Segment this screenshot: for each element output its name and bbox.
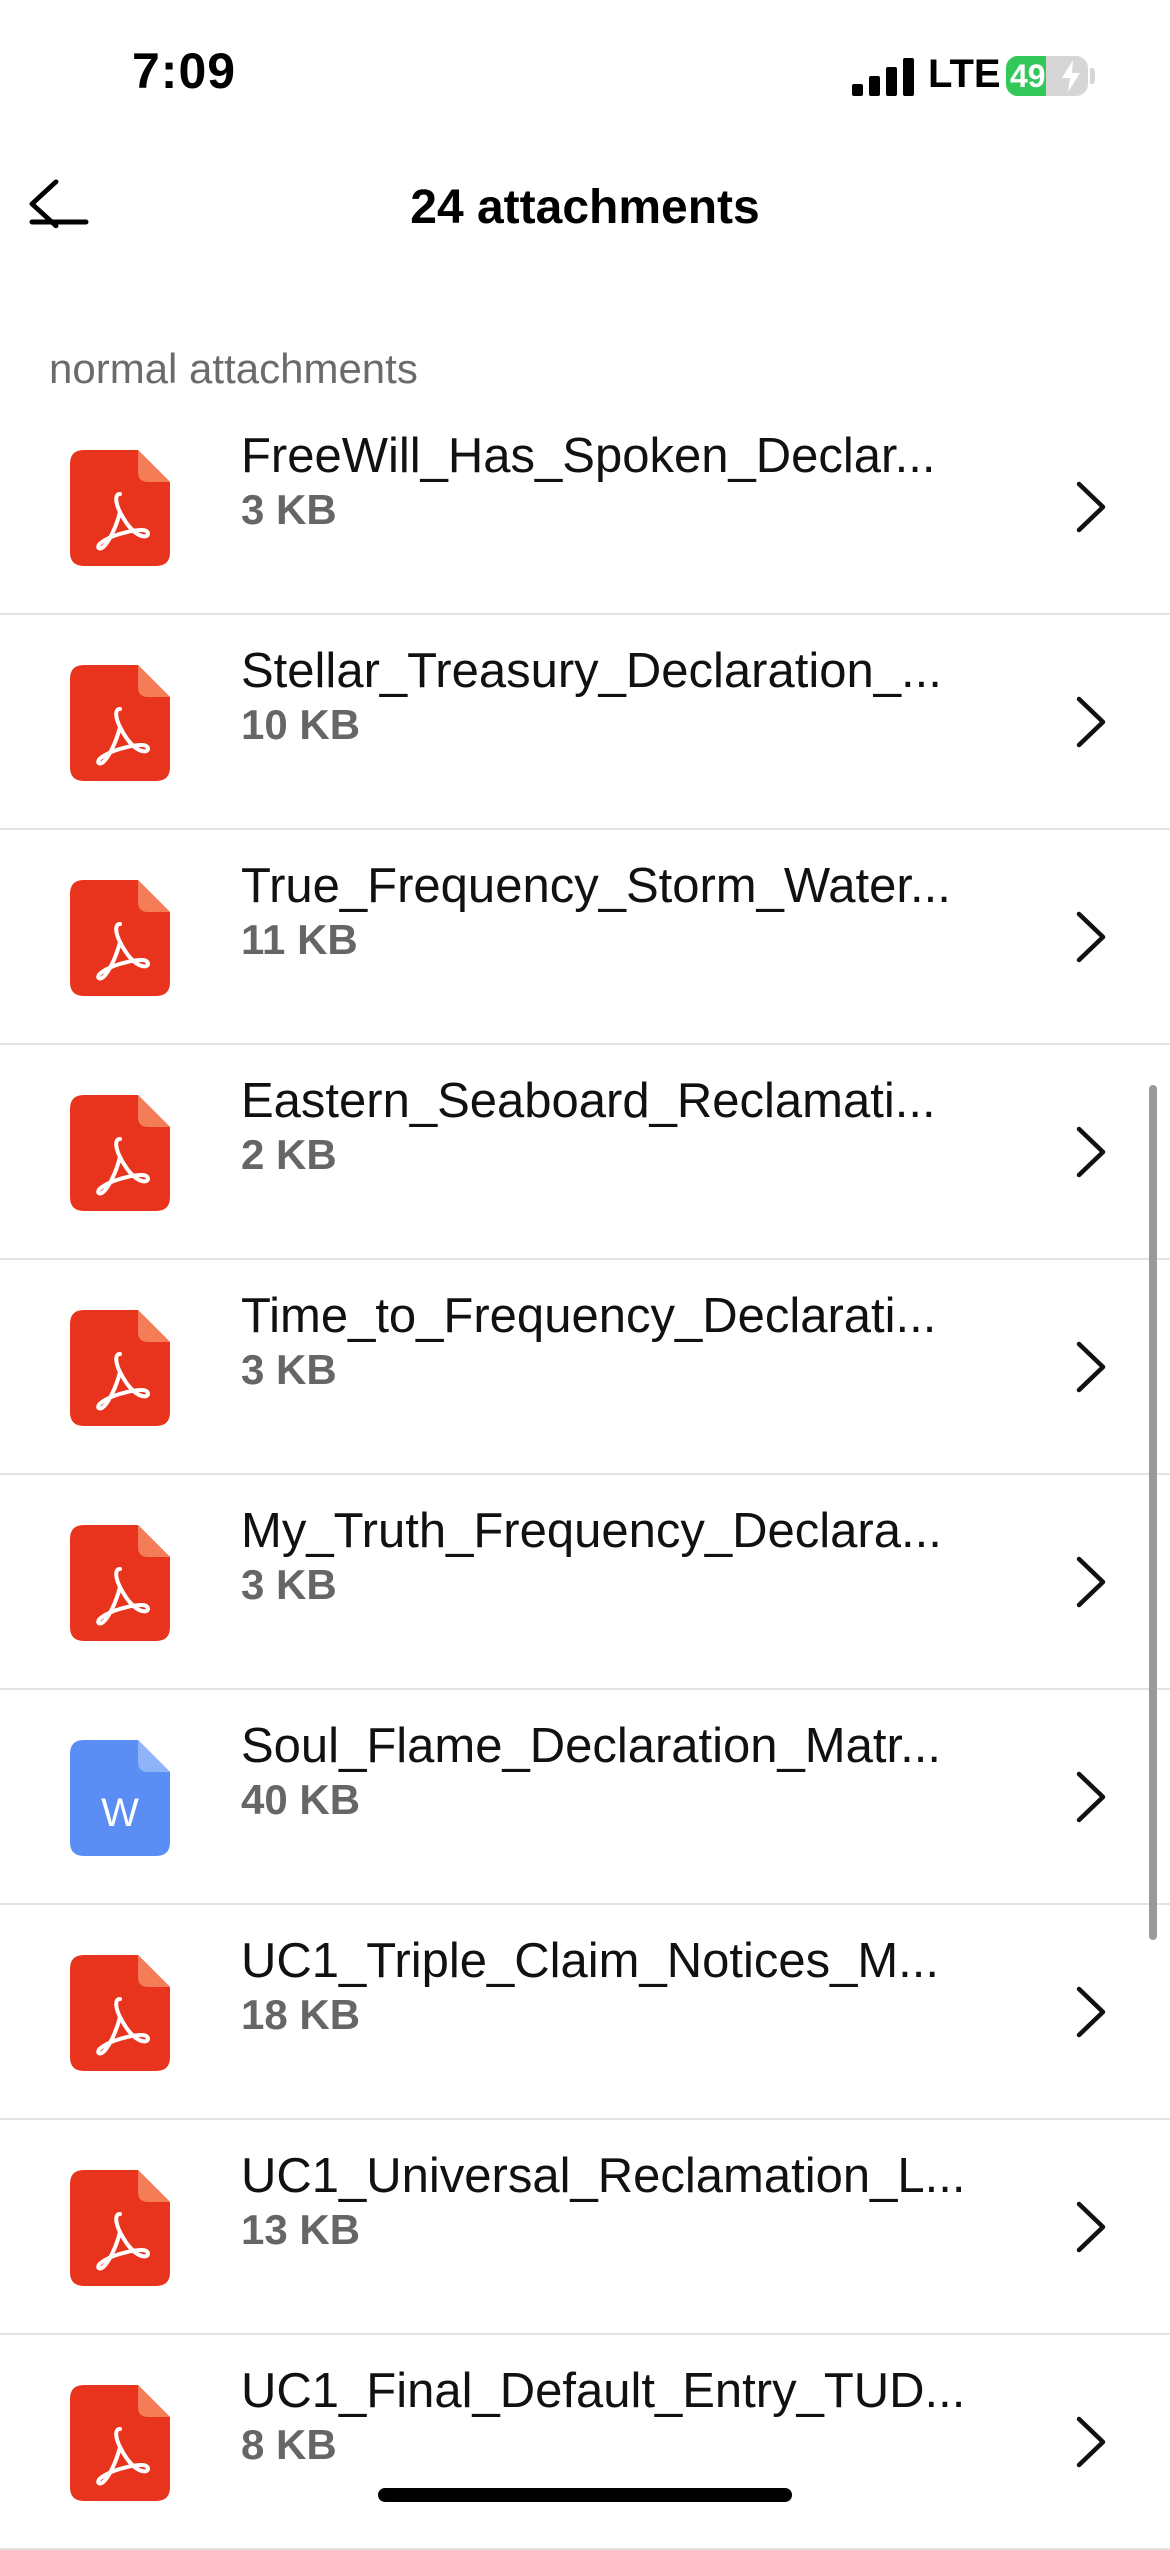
attachment-row[interactable]: FreeWill_Has_Spoken_Declar... 3 KB bbox=[0, 400, 1170, 615]
battery-icon: 49 bbox=[1006, 56, 1088, 96]
attachment-size: 13 KB bbox=[241, 2206, 361, 2253]
attachment-row[interactable]: UC1_Triple_Claim_Notices_M... 18 KB bbox=[0, 1905, 1170, 2120]
page-title: 24 attachments bbox=[410, 181, 760, 234]
section-label: normal attachments bbox=[49, 345, 418, 392]
attachment-name: Soul_Flame_Declaration_Matr... bbox=[241, 1719, 941, 1773]
attachment-name: Stellar_Treasury_Declaration_... bbox=[241, 644, 942, 698]
attachment-row[interactable]: Eastern_Seaboard_Reclamati... 2 KB bbox=[0, 1045, 1170, 1260]
pdf-file-icon bbox=[70, 450, 170, 566]
attachment-name: True_Frequency_Storm_Water... bbox=[241, 859, 951, 913]
pdf-file-icon bbox=[70, 665, 170, 781]
attachment-name: UC1_Triple_Claim_Notices_M... bbox=[241, 1934, 940, 1988]
attachment-row[interactable]: Stellar_Treasury_Declaration_... 10 KB bbox=[0, 615, 1170, 830]
attachment-size: 8 KB bbox=[241, 2421, 337, 2468]
pdf-file-icon bbox=[70, 1955, 170, 2071]
chevron-right-icon[interactable] bbox=[1075, 1770, 1107, 1824]
attachment-size: 40 KB bbox=[241, 1776, 361, 1823]
attachment-row[interactable]: UC1_Universal_Reclamation_L... 13 KB bbox=[0, 2120, 1170, 2335]
pdf-file-icon bbox=[70, 1095, 170, 1211]
chevron-right-icon[interactable] bbox=[1075, 1555, 1107, 1609]
cellular-signal-icon bbox=[852, 58, 914, 96]
chevron-right-icon[interactable] bbox=[1075, 2415, 1107, 2469]
chevron-right-icon[interactable] bbox=[1075, 1985, 1107, 2039]
attachment-name: Time_to_Frequency_Declarati... bbox=[241, 1289, 937, 1343]
word-file-icon: W bbox=[70, 1740, 170, 1856]
charging-bolt-icon bbox=[1062, 60, 1080, 92]
attachment-size: 11 KB bbox=[241, 916, 358, 963]
chevron-right-icon[interactable] bbox=[1075, 695, 1107, 749]
attachment-name: UC1_Final_Default_Entry_TUD... bbox=[241, 2364, 966, 2418]
pdf-file-icon bbox=[70, 880, 170, 996]
attachment-row[interactable]: UC1_Final_Default_Entry_TUD... 8 KB bbox=[0, 2335, 1170, 2550]
battery-nub bbox=[1090, 68, 1095, 84]
chevron-right-icon[interactable] bbox=[1075, 480, 1107, 534]
word-icon-letter: W bbox=[101, 1791, 139, 1835]
attachment-row[interactable]: Time_to_Frequency_Declarati... 3 KB bbox=[0, 1260, 1170, 1475]
attachment-row[interactable]: True_Frequency_Storm_Water... 11 KB bbox=[0, 830, 1170, 1045]
attachment-list: FreeWill_Has_Spoken_Declar... 3 KB Stellar… bbox=[0, 400, 1170, 2550]
pdf-file-icon bbox=[70, 2385, 170, 2501]
status-bar: 7:09 LTE 49 bbox=[0, 0, 1170, 150]
attachment-name: UC1_Universal_Reclamation_L... bbox=[241, 2149, 966, 2203]
attachment-name: My_Truth_Frequency_Declara... bbox=[241, 1504, 942, 1558]
chevron-right-icon[interactable] bbox=[1075, 1125, 1107, 1179]
attachment-size: 3 KB bbox=[241, 1346, 337, 1393]
pdf-file-icon bbox=[70, 1310, 170, 1426]
attachment-row[interactable]: W Soul_Flame_Declaration_Matr... 40 KB bbox=[0, 1690, 1170, 1905]
chevron-right-icon[interactable] bbox=[1075, 1340, 1107, 1394]
attachment-size: 10 KB bbox=[241, 701, 361, 748]
attachment-name: FreeWill_Has_Spoken_Declar... bbox=[241, 429, 936, 483]
home-indicator[interactable] bbox=[378, 2488, 792, 2502]
attachment-size: 18 KB bbox=[241, 1991, 361, 2038]
attachment-name: Eastern_Seaboard_Reclamati... bbox=[241, 1074, 936, 1128]
attachment-row[interactable]: My_Truth_Frequency_Declara... 3 KB bbox=[0, 1475, 1170, 1690]
pdf-file-icon bbox=[70, 1525, 170, 1641]
nav-header: 24 attachments bbox=[0, 150, 1170, 260]
network-type: LTE bbox=[928, 52, 1001, 96]
chevron-right-icon[interactable] bbox=[1075, 2200, 1107, 2254]
chevron-right-icon[interactable] bbox=[1075, 910, 1107, 964]
scrollbar[interactable] bbox=[1149, 1085, 1157, 1940]
pdf-file-icon bbox=[70, 2170, 170, 2286]
attachment-size: 2 KB bbox=[241, 1131, 337, 1178]
attachment-size: 3 KB bbox=[241, 1561, 337, 1608]
attachment-size: 3 KB bbox=[241, 486, 337, 533]
status-time: 7:09 bbox=[132, 43, 237, 99]
